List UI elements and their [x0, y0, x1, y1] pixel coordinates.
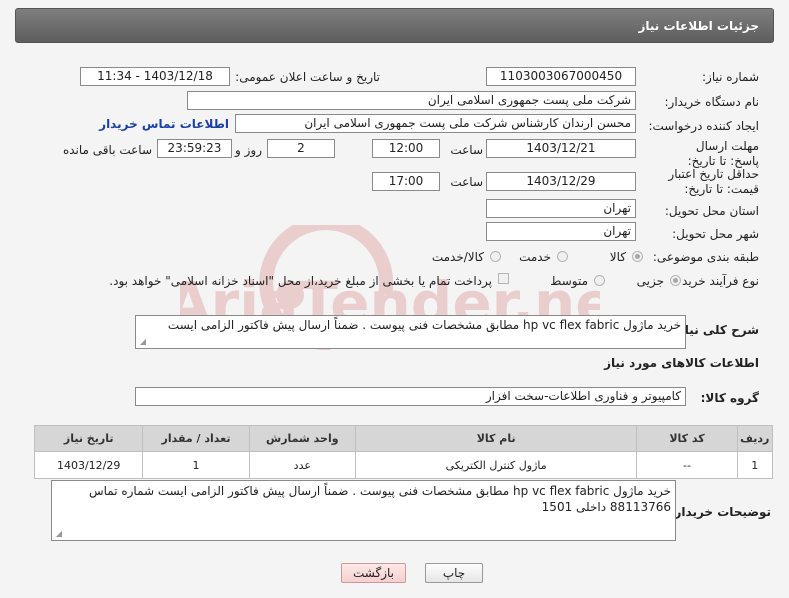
category-option-service: خدمت	[519, 250, 551, 264]
cell-code: --	[636, 451, 738, 479]
announce-field: 1403/12/18 - 11:34	[80, 67, 230, 86]
reply-time-label: ساعت	[450, 143, 483, 157]
price-time-field: 17:00	[372, 172, 440, 191]
print-button[interactable]: چاپ	[425, 563, 483, 583]
price-time-label: ساعت	[450, 175, 483, 189]
treasury-checkbox[interactable]	[498, 273, 509, 284]
reply-time-field: 12:00	[372, 139, 440, 158]
process-radio-minor[interactable]	[670, 275, 681, 286]
goods-group-label: گروه کالا:	[700, 391, 759, 405]
resize-grip-icon[interactable]: ◢	[138, 338, 146, 346]
resize-grip-icon[interactable]: ◢	[54, 530, 62, 538]
category-radio-goods[interactable]	[632, 251, 643, 262]
city-field: تهران	[486, 222, 636, 241]
cell-qty: 1	[142, 451, 250, 479]
price-date-field: 1403/12/29	[486, 172, 636, 191]
cell-row: 1	[736, 451, 774, 479]
category-option-both: کالا/خدمت	[431, 250, 484, 264]
description-text: خرید ماژول hp vc flex fabric مطابق مشخصا…	[167, 318, 681, 332]
cell-date: 1403/12/29	[33, 451, 144, 479]
price-validity-label: حداقل تاریخ اعتبار قیمت: تا تاریخ:	[668, 167, 759, 196]
goods-group-field: کامپیوتر و فناوری اطلاعات-سخت افزار	[135, 387, 686, 406]
description-field: خرید ماژول hp vc flex fabric مطابق مشخصا…	[135, 315, 686, 349]
panel-title: جزئیات اطلاعات نیاز	[638, 19, 759, 33]
category-option-goods: کالا	[609, 250, 626, 264]
announce-label: تاریخ و ساعت اعلان عمومی:	[235, 70, 380, 84]
need-number-field: 1103003067000450	[486, 67, 636, 86]
col-name-header: نام کالا	[354, 425, 638, 452]
category-label: طبقه بندی موضوعی:	[652, 250, 759, 264]
reply-date-field: 1403/12/21	[486, 139, 636, 158]
remaining-time-field: 23:59:23	[157, 139, 232, 158]
col-row-header: ردیف	[736, 425, 774, 452]
buyer-notes-text: خرید ماژول hp vc flex fabric مطابق مشخصا…	[88, 484, 671, 514]
cell-unit: عدد	[248, 451, 356, 479]
cell-name: ماژول کنترل الکتریکی	[354, 451, 638, 479]
remaining-label: ساعت باقی مانده	[62, 143, 152, 157]
items-table: ردیف کد کالا نام کالا واحد شمارش تعداد /…	[33, 425, 774, 479]
col-unit-header: واحد شمارش	[248, 425, 356, 452]
process-radio-medium[interactable]	[594, 275, 605, 286]
buyer-notes-label: توضیحات خریدار:	[669, 505, 771, 519]
col-qty-header: تعداد / مقدار	[142, 425, 250, 452]
buyer-notes-field: خرید ماژول hp vc flex fabric مطابق مشخصا…	[51, 480, 676, 541]
buyer-org-field: شرکت ملی پست جمهوری اسلامی ایران	[187, 91, 636, 110]
table-header-row: ردیف کد کالا نام کالا واحد شمارش تعداد /…	[33, 425, 774, 452]
process-option-minor: جزیی	[636, 274, 664, 288]
process-option-medium: متوسط	[550, 274, 588, 288]
table-row[interactable]: 1 -- ماژول کنترل الکتریکی عدد 1 1403/12/…	[33, 451, 774, 479]
col-date-header: تاریخ نیاز	[33, 425, 144, 452]
reply-deadline-label: مهلت ارسال پاسخ: تا تاریخ:	[687, 139, 759, 168]
requester-field: محسن ارندان کارشناس شرکت ملی پست جمهوری …	[235, 114, 636, 133]
province-field: تهران	[486, 199, 636, 218]
buyer-contact-link[interactable]: اطلاعات تماس خریدار	[99, 117, 229, 131]
payment-note: پرداخت تمام یا بخشی از مبلغ خرید،از محل …	[109, 274, 492, 288]
panel-header: جزئیات اطلاعات نیاز	[15, 8, 774, 43]
back-button[interactable]: بازگشت	[341, 563, 406, 583]
need-number-label: شماره نیاز:	[702, 70, 759, 84]
days-field: 2	[267, 139, 335, 158]
category-radio-both[interactable]	[490, 251, 501, 262]
process-label: نوع فرآیند خرید :	[674, 274, 759, 288]
buyer-org-label: نام دستگاه خریدار:	[664, 95, 760, 109]
goods-section-title: اطلاعات کالاهای مورد نیاز	[604, 356, 759, 370]
category-radio-service[interactable]	[557, 251, 568, 262]
province-label: استان محل تحویل:	[664, 204, 759, 218]
col-code-header: کد کالا	[636, 425, 738, 452]
days-label: روز و	[235, 143, 262, 157]
city-label: شهر محل تحویل:	[672, 227, 759, 241]
requester-label: ایجاد کننده درخواست:	[648, 119, 759, 133]
